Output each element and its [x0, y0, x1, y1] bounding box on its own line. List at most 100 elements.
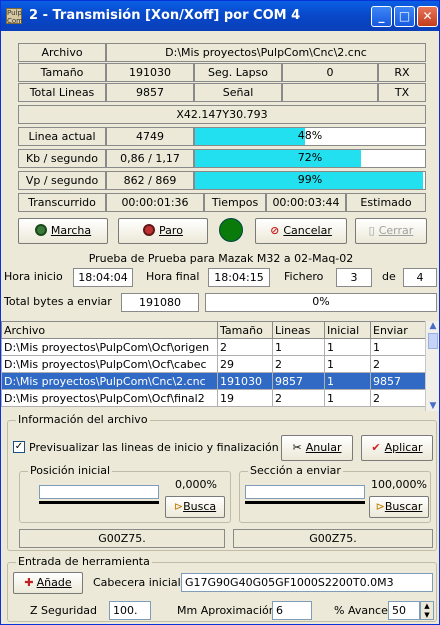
cell-lineas: 1	[272, 338, 325, 356]
posicion-value: 0,000%	[175, 478, 217, 491]
spin-up-icon[interactable]: ▲	[421, 602, 433, 611]
total-bytes-progress: 0%	[205, 293, 437, 312]
window-title: 2 - Transmisión [Xon/Xoff] por COM 4	[29, 8, 301, 23]
start-line-text: G00Z75.	[19, 529, 225, 548]
hora-inicio-label: Hora inicio	[4, 270, 63, 283]
paro-button[interactable]: Paro	[118, 218, 208, 244]
end-line-text: G00Z75.	[233, 529, 433, 548]
cell-lineas: 9857	[272, 372, 325, 390]
cell-inicial: 1	[324, 355, 371, 373]
col-header-lineas[interactable]: Lineas	[272, 321, 325, 339]
mm-label: Mm Aproximación	[177, 604, 276, 617]
progress-pct-vp: 99%	[297, 173, 323, 186]
progress-value-kb: 0,86 / 1,17	[106, 149, 194, 168]
cell-archivo: D:\Mis proyectos\PulpCom\Ocf\cabec	[1, 355, 218, 373]
cell-inicial: 1	[324, 372, 371, 390]
posicion-slider-track[interactable]	[39, 485, 159, 499]
senal-value	[282, 83, 378, 102]
find-icon: ⊳	[173, 500, 184, 513]
tamano-label: Tamaño	[18, 63, 106, 82]
progress-label-vp: Vp / segundo	[18, 171, 106, 190]
cancel-icon: ⊘	[270, 224, 280, 237]
zseg-label: Z Seguridad	[30, 604, 98, 617]
posicion-buscar-button[interactable]: ⊳Busca	[165, 496, 225, 518]
stop-icon	[143, 224, 156, 236]
cell-archivo: D:\Mis proyectos\PulpCom\Ocf\origen	[1, 338, 218, 356]
zseg-input[interactable]: 100.	[109, 601, 151, 620]
cell-lineas: 2	[272, 355, 325, 373]
total-bytes-label: Total bytes a enviar	[4, 295, 112, 308]
files-table: Archivo Tamaño Lineas Inicial Enviar D:\…	[1, 321, 426, 407]
total-lineas-value: 9857	[106, 83, 194, 102]
cancelar-button[interactable]: ⊘ Cancelar	[255, 218, 347, 244]
posicion-title: Posición inicial	[28, 464, 113, 477]
hora-final-label: Hora final	[146, 270, 200, 283]
tiempos-label: Tiempos	[204, 193, 266, 212]
find-icon: ⊳	[375, 500, 385, 513]
seccion-buscar-button[interactable]: ⊳Buscar	[369, 496, 429, 518]
senal-label: Señal	[194, 83, 282, 102]
progress-label-linea: Linea actual	[18, 127, 106, 146]
close-button[interactable]: ✕	[417, 6, 438, 27]
mm-input[interactable]: 6	[272, 601, 312, 620]
preview-label: Previsualizar las lineas de inicio y fin…	[29, 441, 279, 454]
rx-indicator: RX	[378, 63, 426, 82]
add-tool-icon: ✚	[24, 576, 34, 589]
progress-pct-kb: 72%	[297, 151, 323, 164]
scroll-up-icon[interactable]: ▲	[426, 321, 439, 331]
tool-entry-title: Entrada de herramienta	[16, 555, 152, 568]
col-header-archivo[interactable]: Archivo	[1, 321, 218, 339]
tamano-value: 191030	[106, 63, 194, 82]
seg-lapso-label: Seg. Lapso	[194, 63, 282, 82]
avance-spinner[interactable]: ▲ ▼	[420, 601, 434, 620]
anade-label: Añade	[36, 576, 72, 589]
cell-enviar: 9857	[370, 372, 426, 390]
progress-bar-kb: 72%	[194, 149, 426, 168]
record-icon	[34, 224, 47, 236]
avance-input[interactable]: 50	[388, 601, 420, 620]
table-row[interactable]: D:\Mis proyectos\PulpCom\Ocf\origen 2 1 1 1	[1, 338, 426, 356]
files-scrollbar[interactable]: ▲ ▼	[425, 321, 439, 411]
de-label: de	[382, 270, 396, 283]
transcurrido-label: Transcurrido	[18, 193, 106, 212]
archivo-label: Archivo	[18, 43, 106, 62]
progress-pct-linea: 48%	[297, 129, 323, 142]
table-row[interactable]: D:\Mis proyectos\PulpCom\Ocf\cabec 29 2 1 2	[1, 355, 426, 373]
table-row-selected[interactable]: D:\Mis proyectos\PulpCom\Cnc\2.cnc 191030…	[1, 372, 426, 390]
title-bar[interactable]: Pulp Com 2 - Transmisión [Xon/Xoff] por …	[1, 1, 439, 31]
fichero-value: 3	[336, 268, 372, 287]
transmission-window: Pulp Com 2 - Transmisión [Xon/Xoff] por …	[0, 0, 440, 625]
seccion-slider-bar[interactable]	[245, 501, 365, 504]
col-header-enviar[interactable]: Enviar	[370, 321, 426, 339]
posicion-slider-bar[interactable]	[39, 501, 159, 504]
col-header-tamano[interactable]: Tamaño	[217, 321, 273, 339]
maximize-button[interactable]: □	[394, 6, 415, 27]
cell-enviar: 2	[370, 389, 426, 407]
cell-tamano: 29	[217, 355, 273, 373]
spin-down-icon[interactable]: ▼	[421, 611, 433, 620]
scroll-down-icon[interactable]: ▼	[426, 401, 439, 411]
cell-lineas: 2	[272, 389, 325, 407]
tx-indicator: TX	[378, 83, 426, 102]
anular-button[interactable]: ✂ Anular	[281, 435, 353, 461]
table-row[interactable]: D:\Mis proyectos\PulpCom\Ocf\final2 19 2 1 2	[1, 389, 426, 407]
job-title: Prueba de Prueba para Mazak M32 a 02-Maq…	[88, 252, 354, 265]
anade-button[interactable]: ✚ Añade	[13, 572, 83, 594]
scroll-thumb[interactable]	[428, 333, 438, 349]
cabecera-input[interactable]: G17G90G40G05GF1000S2200T0.0M3	[181, 573, 433, 592]
col-header-inicial[interactable]: Inicial	[324, 321, 371, 339]
broom-icon: ✂	[292, 441, 302, 454]
fichero-label: Fichero	[284, 270, 324, 283]
cerrar-button[interactable]: ▯ Cerrar	[355, 218, 427, 244]
seccion-slider-track[interactable]	[245, 485, 365, 499]
total-bytes-pct: 0%	[312, 295, 330, 308]
file-info-title: Información del archivo	[16, 413, 150, 426]
minimize-button[interactable]: _	[371, 6, 392, 27]
cell-inicial: 1	[324, 389, 371, 407]
aplicar-button[interactable]: ✔ Aplicar	[361, 435, 433, 461]
seccion-buscar-label: Buscar	[384, 500, 423, 513]
cancelar-label: Cancelar	[283, 224, 332, 237]
cell-tamano: 19	[217, 389, 273, 407]
marcha-button[interactable]: Marcha	[18, 218, 108, 244]
preview-checkbox[interactable]: ✓	[13, 441, 25, 453]
